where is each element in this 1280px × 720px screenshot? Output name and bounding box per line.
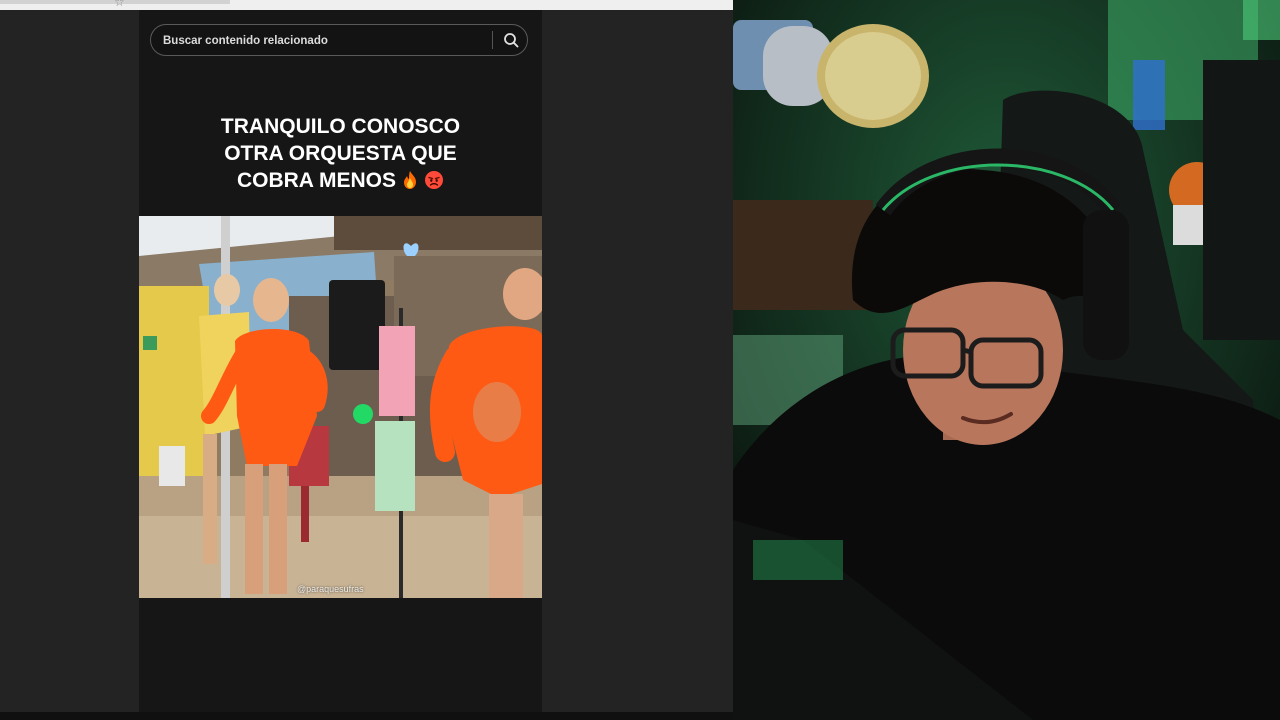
search-button[interactable]: [499, 29, 523, 51]
video-watermark: @paraquesufras: [297, 584, 364, 594]
webcam-feed: [733, 0, 1280, 720]
feed-empty-area: [139, 598, 542, 712]
video-feed-column: TRANQUILO CONOSCO OTRA ORQUESTA QUE COBR…: [139, 10, 542, 712]
video-frame: [139, 216, 542, 598]
fire-emoji-icon: [404, 171, 417, 189]
caption-line-1: TRANQUILO CONOSCO: [220, 115, 461, 138]
search-icon: [504, 33, 519, 48]
search-divider: [492, 31, 493, 49]
caption-line-2: OTRA ORQUESTA QUE: [224, 142, 457, 165]
search-input[interactable]: [161, 25, 485, 57]
bookmark-star-icon[interactable]: ☆: [114, 0, 125, 9]
caption-line-3: COBRA MENOS: [236, 169, 397, 192]
browser-capture: ☆ TRANQUILO CONOSCO OTRA ORQUESTA QUE CO…: [0, 0, 733, 712]
video-player[interactable]: @paraquesufras: [139, 216, 542, 598]
caption-line-3-wrap: COBRA MENOS: [139, 167, 542, 194]
angry-face-emoji-icon: [425, 171, 444, 189]
search-bar: [150, 24, 528, 57]
video-caption: TRANQUILO CONOSCO OTRA ORQUESTA QUE COBR…: [139, 113, 542, 194]
bottom-strip: [0, 712, 733, 720]
browser-toolbar-edge: ☆: [0, 0, 733, 10]
webcam-scene: [733, 0, 1280, 720]
stream-layout: ☆ TRANQUILO CONOSCO OTRA ORQUESTA QUE CO…: [0, 0, 1280, 720]
